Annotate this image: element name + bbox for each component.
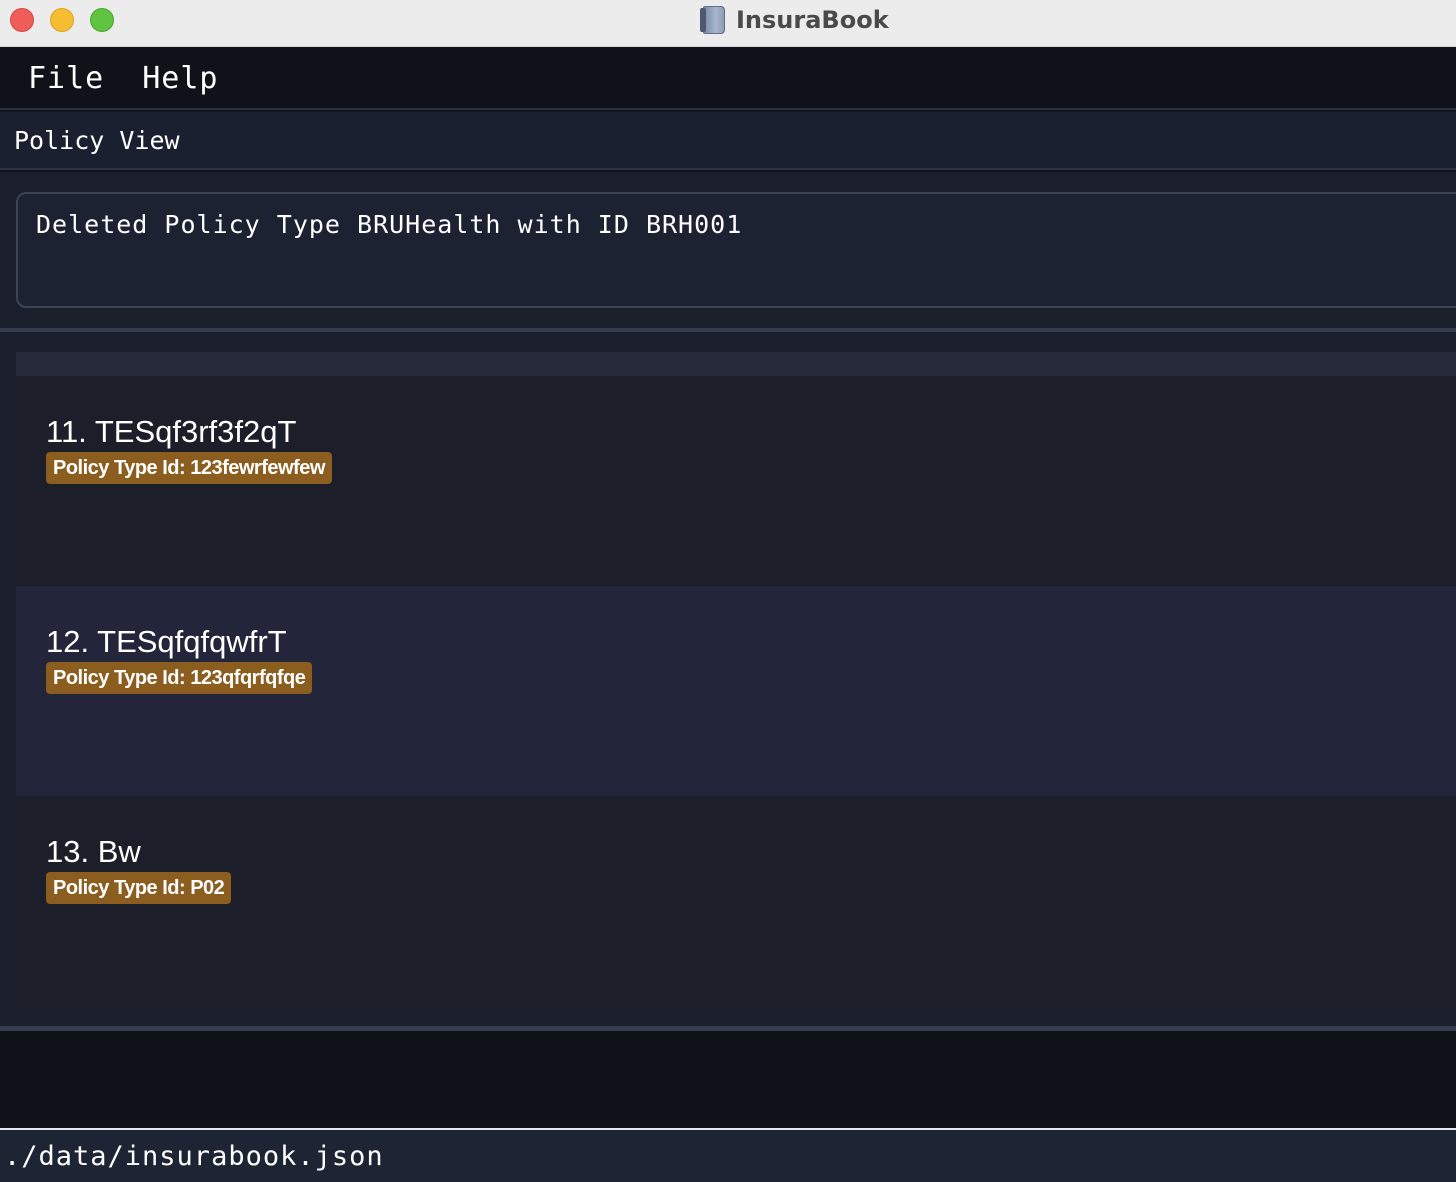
title-bar[interactable]: InsuraBook (0, 0, 1456, 47)
view-title: Policy View (14, 125, 180, 155)
menu-file[interactable]: File (28, 61, 104, 96)
menu-bar: File Help (0, 48, 1456, 110)
policy-type-tag: Policy Type Id: 123fewrfewfew (46, 452, 332, 484)
list-item[interactable]: 11. TESqf3rf3f2qT Policy Type Id: 123few… (16, 376, 1456, 586)
window-title: InsuraBook (736, 6, 889, 34)
policy-name: 11. TESqf3rf3f2qT (46, 414, 297, 449)
empty-panel (0, 1031, 1456, 1128)
app-window: InsuraBook File Help Policy View Deleted… (0, 0, 1456, 1182)
status-bar: ./data/insurabook.json (0, 1128, 1456, 1182)
save-file-path: ./data/insurabook.json (4, 1140, 384, 1172)
policy-type-tag: Policy Type Id: 123qfqrfqfqe (46, 662, 313, 694)
policy-type-tag: Policy Type Id: P02 (46, 872, 232, 904)
window-close-button[interactable] (10, 8, 34, 32)
result-display-area: Deleted Policy Type BRUHealth with ID BR… (0, 172, 1456, 328)
notebook-icon (700, 5, 726, 35)
result-message: Deleted Policy Type BRUHealth with ID BR… (36, 210, 743, 239)
window-zoom-button[interactable] (90, 8, 114, 32)
policy-list-area: 11. TESqf3rf3f2qT Policy Type Id: 123few… (0, 332, 1456, 1026)
list-item[interactable]: 12. TESqfqfqwfrT Policy Type Id: 123qfqr… (16, 586, 1456, 796)
window-title-group: InsuraBook (700, 3, 889, 37)
menu-help[interactable]: Help (142, 61, 218, 96)
list-item[interactable]: 13. Bw Policy Type Id: P02 (16, 796, 1456, 1006)
view-header: Policy View (0, 112, 1456, 170)
policy-name: 13. Bw (46, 834, 141, 869)
window-minimize-button[interactable] (50, 8, 74, 32)
policy-name: 12. TESqfqfqwfrT (46, 624, 287, 659)
policy-list[interactable]: 11. TESqf3rf3f2qT Policy Type Id: 123few… (16, 352, 1456, 1006)
result-display[interactable]: Deleted Policy Type BRUHealth with ID BR… (16, 192, 1456, 308)
